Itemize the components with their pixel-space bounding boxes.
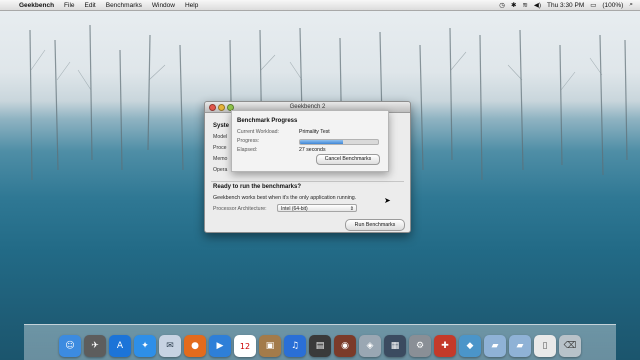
- tools-icon[interactable]: ✚: [434, 335, 456, 357]
- sys-row-os: Opera: [213, 167, 228, 173]
- menubar: Geekbench File Edit Benchmarks Window He…: [0, 0, 640, 11]
- divider: [211, 181, 404, 182]
- sys-row-memory: Memo: [213, 156, 228, 162]
- ready-text: Geekbench works best when it's the only …: [213, 195, 357, 201]
- menu-help[interactable]: Help: [180, 2, 203, 9]
- menu-file[interactable]: File: [59, 2, 79, 9]
- cancel-benchmarks-button[interactable]: Cancel Benchmarks: [316, 154, 380, 165]
- clock[interactable]: Thu 3:30 PM: [544, 2, 587, 9]
- mission-control-icon[interactable]: ▦: [384, 335, 406, 357]
- photo-booth-icon[interactable]: ◉: [334, 335, 356, 357]
- close-icon[interactable]: [209, 104, 216, 111]
- elapsed-label: Elapsed:: [237, 147, 258, 153]
- arch-label: Processor Architecture:: [213, 206, 267, 212]
- facetime-icon[interactable]: ▶: [209, 335, 231, 357]
- preview-icon[interactable]: ◈: [359, 335, 381, 357]
- firefox-icon[interactable]: ●: [184, 335, 206, 357]
- trash-icon[interactable]: ⌫: [559, 335, 581, 357]
- elapsed-value: 27 seconds: [299, 147, 326, 153]
- elapsed-row: Elapsed: 27 seconds: [237, 147, 326, 153]
- menu-window[interactable]: Window: [147, 2, 180, 9]
- movie-icon[interactable]: ▤: [309, 335, 331, 357]
- run-benchmarks-button[interactable]: Run Benchmarks: [345, 219, 405, 231]
- folder-icon-2[interactable]: ▰: [509, 335, 531, 357]
- sys-row-model: Model: [213, 134, 228, 140]
- workload-row: Current Workload: Primality Test: [237, 129, 330, 135]
- utilities-icon[interactable]: ✈: [84, 335, 106, 357]
- finder-icon[interactable]: ☺: [59, 335, 81, 357]
- minimize-icon[interactable]: [218, 104, 225, 111]
- workload-label: Current Workload:: [237, 129, 279, 135]
- menu-edit[interactable]: Edit: [80, 2, 101, 9]
- progress-row: Progress:: [237, 138, 299, 144]
- arch-value: Intel (64-bit): [281, 206, 308, 212]
- status-area: ◷ ✱ ≋ ◀) Thu 3:30 PM ▭ (100%) ⌕: [496, 1, 640, 9]
- photos-icon[interactable]: ▣: [259, 335, 281, 357]
- bluetooth-icon[interactable]: ✱: [508, 1, 519, 9]
- folder-icon[interactable]: ▰: [484, 335, 506, 357]
- battery-icon[interactable]: ▭: [587, 1, 599, 9]
- dock: ☺ ✈ A ✦ ✉ ● ▶ 12 ▣ ♫ ▤ ◉ ◈ ▦ ⚙ ✚ ◆ ▰ ▰ ▯…: [24, 324, 616, 360]
- time-machine-icon[interactable]: ◷: [496, 1, 508, 9]
- chevron-updown-icon: ⇕: [349, 206, 354, 212]
- document-icon[interactable]: ▯: [534, 335, 556, 357]
- mail-icon[interactable]: ✉: [159, 335, 181, 357]
- ready-title: Ready to run the benchmarks?: [213, 184, 302, 190]
- menu-app[interactable]: Geekbench: [14, 2, 59, 9]
- menu-benchmarks[interactable]: Benchmarks: [101, 2, 147, 9]
- volume-icon[interactable]: ◀): [531, 1, 544, 9]
- spotlight-icon[interactable]: ⌕: [626, 1, 636, 9]
- system-prefs-icon[interactable]: ⚙: [409, 335, 431, 357]
- progress-fill: [300, 140, 343, 144]
- calendar-day: 12: [239, 341, 251, 351]
- itunes-icon[interactable]: ♫: [284, 335, 306, 357]
- progress-bar: [299, 139, 379, 145]
- system-info: Syste Model Proce Memo Opera: [213, 121, 229, 176]
- arch-select[interactable]: Intel (64-bit) ⇕: [277, 204, 357, 212]
- sys-row-processor: Proce: [213, 145, 227, 151]
- system-header: Syste: [213, 123, 230, 129]
- calendar-icon[interactable]: 12: [234, 335, 256, 357]
- app-store-icon[interactable]: A: [109, 335, 131, 357]
- battery-percent[interactable]: (100%): [599, 2, 626, 9]
- progress-label: Progress:: [237, 138, 260, 144]
- benchmark-progress-sheet: Benchmark Progress Current Workload: Pri…: [231, 110, 389, 172]
- sheet-title: Benchmark Progress: [237, 118, 298, 124]
- wifi-icon[interactable]: ≋: [519, 1, 530, 9]
- app-icon[interactable]: ◆: [459, 335, 481, 357]
- safari-icon[interactable]: ✦: [134, 335, 156, 357]
- workload-value: Primality Test: [299, 129, 330, 135]
